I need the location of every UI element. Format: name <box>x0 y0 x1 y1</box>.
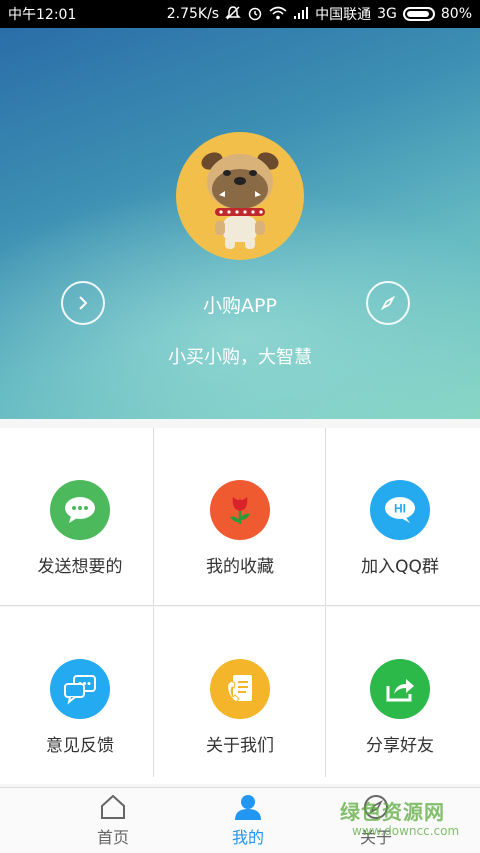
grid-item-label: 意见反馈 <box>46 736 114 756</box>
status-time: 中午12:01 <box>8 7 77 23</box>
network-type: 3G <box>377 6 397 22</box>
grid-item-label: 加入QQ群 <box>361 557 439 577</box>
watermark-url: www.downcc.com <box>352 824 460 838</box>
feature-grid: 发送想要的 我的收藏 HI 加入QQ群 意见反馈 关于我们 分享好友 <box>0 419 480 787</box>
phone-document-icon <box>210 659 270 719</box>
app-name: 小购APP <box>203 295 277 317</box>
profile-header: 小购APP 小买小购，大智慧 <box>0 28 480 419</box>
wifi-icon <box>269 6 287 23</box>
grid-item-favorites[interactable]: 我的收藏 <box>160 428 320 605</box>
share-arrow-icon <box>370 659 430 719</box>
network-speed: 2.75K/s <box>166 6 220 22</box>
tulip-icon <box>210 480 270 540</box>
avatar[interactable] <box>176 132 304 260</box>
feedback-chat-icon <box>50 659 110 719</box>
nav-label-home: 首页 <box>96 828 129 847</box>
grid-divider <box>153 607 154 777</box>
carrier-name: 中国联通 <box>315 7 372 23</box>
alarm-icon <box>247 5 263 24</box>
nav-label-mine: 我的 <box>231 828 264 847</box>
grid-item-label: 分享好友 <box>366 736 434 756</box>
grid-divider <box>0 605 480 606</box>
chat-bubble-icon <box>50 480 110 540</box>
grid-item-label: 我的收藏 <box>206 557 274 577</box>
grid-item-send-want[interactable]: 发送想要的 <box>0 428 160 605</box>
grid-item-feedback[interactable]: 意见反馈 <box>0 607 160 784</box>
watermark: 绿色资源网 <box>340 800 445 824</box>
grid-item-join-qq[interactable]: HI 加入QQ群 <box>320 428 480 605</box>
grid-divider <box>153 428 154 605</box>
battery-icon <box>402 7 435 21</box>
bulldog-mascot-icon <box>201 152 279 249</box>
grid-item-label: 发送想要的 <box>37 557 123 577</box>
status-right: 2.75K/s 中国联通 3G 80% <box>167 4 472 24</box>
svg-text:HI: HI <box>394 502 406 516</box>
app-tagline: 小买小购，大智慧 <box>168 347 312 368</box>
grid-divider <box>325 428 326 605</box>
home-icon <box>101 794 125 819</box>
mute-icon <box>225 5 241 24</box>
signal-icon <box>293 6 309 23</box>
grid-item-label: 关于我们 <box>206 736 274 756</box>
battery-percent: 80% <box>440 6 472 22</box>
hi-bubble-icon: HI <box>370 480 430 540</box>
grid-item-share[interactable]: 分享好友 <box>320 607 480 784</box>
status-bar: 中午12:01 2.75K/s 中国联通 3G 80% <box>0 0 480 28</box>
grid-divider <box>325 607 326 777</box>
user-icon <box>235 795 261 820</box>
grid-item-about-us[interactable]: 关于我们 <box>160 607 320 784</box>
